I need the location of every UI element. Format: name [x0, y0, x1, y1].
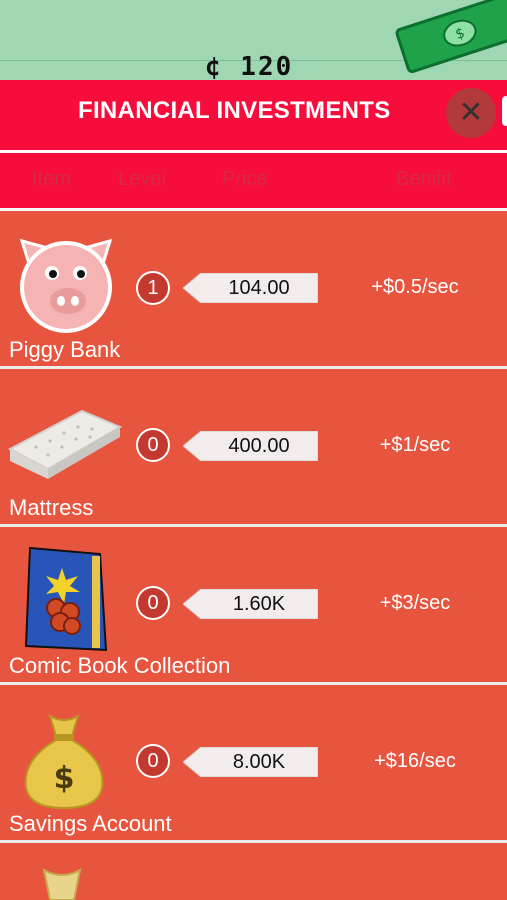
item-name: Piggy Bank: [9, 337, 121, 362]
benefit-value: +$16/sec: [374, 750, 456, 772]
level-badge: 0: [136, 586, 170, 620]
buy-price-button[interactable]: 8.00K: [183, 747, 318, 777]
buy-price-button[interactable]: 1.60K: [183, 589, 318, 619]
mattress-icon: [7, 409, 123, 479]
column-price: Price: [222, 168, 268, 190]
price-value: 104.00: [228, 277, 290, 299]
svg-text:$: $: [54, 761, 75, 796]
benefit-value: +$1/sec: [379, 434, 451, 456]
price-value: 1.60K: [232, 593, 286, 615]
money-bag-icon: $: [24, 713, 104, 810]
price-value: 400.00: [228, 435, 290, 457]
item-name: Savings Account: [9, 811, 172, 836]
edge-tab: [502, 96, 507, 126]
column-item: Item: [32, 168, 71, 190]
price-value: 8.00K: [232, 751, 286, 773]
comic-book-icon: [24, 546, 108, 652]
benefit-value: +$3/sec: [379, 592, 451, 614]
piggy-bank-icon: [19, 238, 113, 333]
close-button[interactable]: ✕: [446, 88, 496, 138]
buy-price-button[interactable]: 400.00: [183, 431, 318, 461]
cash-bill-icon: $: [395, 0, 507, 73]
level-badge: 1: [136, 271, 170, 305]
close-icon: ✕: [458, 95, 484, 130]
benefit-value: +$0.5/sec: [371, 276, 459, 298]
level-badge: 0: [136, 744, 170, 778]
item-name: Mattress: [9, 495, 94, 520]
item-name: Comic Book Collection: [9, 653, 231, 678]
column-benefit: Benifit: [396, 168, 452, 190]
partial-item-icon: [42, 868, 82, 900]
level-badge: 0: [136, 428, 170, 462]
page-title: FINANCIAL INVESTMENTS: [78, 97, 391, 124]
buy-price-button[interactable]: 104.00: [183, 273, 318, 303]
money-counter: ¢ 120: [205, 52, 294, 82]
column-level: Level: [118, 168, 166, 190]
